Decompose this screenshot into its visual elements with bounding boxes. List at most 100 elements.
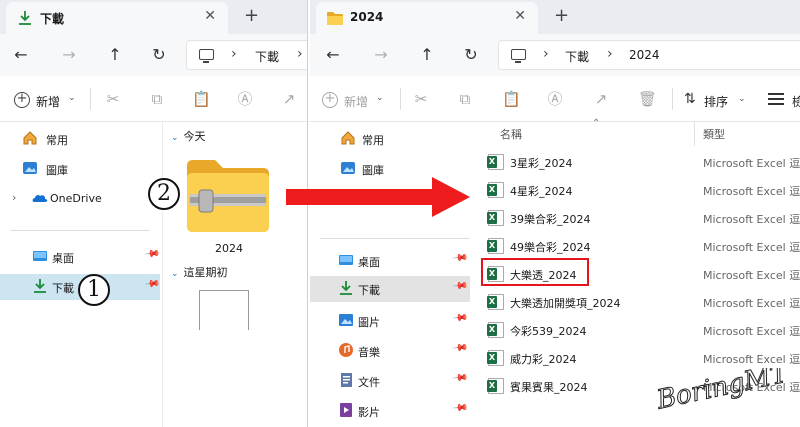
file-name: 39樂合彩_2024: [510, 213, 591, 226]
file-name: 今彩539_2024: [510, 325, 587, 338]
file-row[interactable]: 今彩539_2024 Microsoft Excel 逗號: [480, 316, 800, 344]
folder-item[interactable]: 2024: [177, 152, 287, 262]
address-segment[interactable]: 下載: [565, 48, 589, 65]
file-type: Microsoft Excel 逗號: [703, 213, 800, 226]
excel-csv-icon: [487, 182, 504, 198]
right-explorer-window: 2024 ✕ + ← → ↑ ↻ › 下載 › 2024 + 新增 ⌄ ✂ ⧉ …: [310, 0, 800, 427]
column-divider[interactable]: [694, 122, 695, 146]
paste-icon[interactable]: 📋: [502, 90, 521, 108]
close-tab-icon[interactable]: ✕: [204, 8, 216, 24]
group-header-earlier[interactable]: ⌄ 這星期初: [171, 264, 228, 280]
refresh-icon[interactable]: ↻: [148, 44, 170, 66]
address-bar[interactable]: › 下載 › 2024: [498, 40, 800, 70]
rename-icon[interactable]: Ⓐ: [236, 90, 254, 108]
step-1-callout: 1: [78, 274, 110, 306]
onedrive-icon: [32, 194, 48, 202]
back-icon[interactable]: ←: [322, 44, 344, 66]
copy-icon[interactable]: ⧉: [456, 90, 474, 108]
sidebar-item-onedrive[interactable]: › OneDrive: [0, 186, 160, 212]
file-name: 威力彩_2024: [510, 353, 577, 366]
file-type: Microsoft Excel 逗號: [703, 353, 800, 366]
paste-icon[interactable]: 📋: [192, 90, 211, 108]
tab-title: 下載: [40, 12, 65, 26]
file-name: 賓果賓果_2024: [510, 381, 588, 394]
address-bar[interactable]: › 下載 ›: [186, 40, 307, 70]
copy-icon[interactable]: ⧉: [148, 90, 166, 108]
tab-downloads[interactable]: 下載 ✕: [6, 2, 228, 34]
group-label: 今天: [183, 130, 206, 143]
forward-icon[interactable]: →: [58, 44, 80, 66]
list-view-icon: [768, 93, 784, 105]
pin-icon[interactable]: 📌: [144, 276, 161, 292]
file-type: Microsoft Excel 逗號: [703, 297, 800, 310]
sidebar-item-gallery[interactable]: 圖庫: [0, 156, 160, 182]
zip-folder-icon: [187, 160, 269, 232]
up-icon[interactable]: ↑: [416, 44, 438, 66]
excel-csv-icon: [487, 210, 504, 226]
back-icon[interactable]: ←: [10, 44, 32, 66]
sidebar-item-label: 圖庫: [46, 164, 68, 177]
file-thumbnail[interactable]: [199, 290, 249, 330]
desktop-icon: [33, 251, 47, 261]
sort-icon: ⇅: [684, 91, 696, 107]
chevron-down-icon: ⌄: [171, 133, 179, 143]
file-row[interactable]: 4星彩_2024 Microsoft Excel 逗號: [480, 176, 800, 204]
new-tab-icon[interactable]: +: [554, 5, 569, 26]
new-label: 新增: [36, 95, 61, 109]
cut-icon[interactable]: ✂: [412, 90, 430, 108]
plus-circle-icon: +: [322, 92, 338, 108]
chevron-right-icon: ›: [231, 46, 237, 62]
cut-icon[interactable]: ✂: [104, 90, 122, 108]
chevron-down-icon: ⌄: [171, 269, 179, 279]
sidebar-item-home[interactable]: 常用: [0, 126, 160, 152]
tab-2024[interactable]: 2024 ✕: [316, 2, 538, 34]
up-icon[interactable]: ↑: [104, 44, 126, 66]
file-row[interactable]: 39樂合彩_2024 Microsoft Excel 逗號: [480, 204, 800, 232]
gallery-icon: [23, 162, 37, 174]
file-row[interactable]: 大樂透加開獎項_2024 Microsoft Excel 逗號: [480, 288, 800, 316]
red-arrow-head: [432, 177, 470, 217]
navigation-bar: ← → ↑ ↻ › 下載 ›: [0, 34, 307, 76]
new-tab-icon[interactable]: +: [244, 5, 259, 26]
red-arrow-shaft: [286, 189, 434, 205]
column-header-name[interactable]: 名稱: [500, 126, 522, 142]
excel-csv-icon: [487, 322, 504, 338]
watermark-text: BoringMT: [654, 368, 791, 416]
sidebar-item-desktop[interactable]: 桌面 📌: [0, 244, 161, 270]
excel-csv-icon: [487, 378, 504, 394]
sidebar-item-label: OneDrive: [50, 192, 102, 205]
address-segment[interactable]: 下載: [255, 48, 279, 65]
address-segment[interactable]: 2024: [629, 48, 660, 62]
chevron-right-icon[interactable]: ›: [12, 191, 16, 204]
file-row[interactable]: 3星彩_2024 Microsoft Excel 逗號: [480, 148, 800, 176]
forward-icon[interactable]: →: [370, 44, 392, 66]
close-tab-icon[interactable]: ✕: [514, 8, 526, 24]
chevron-down-icon: ⌄: [68, 93, 76, 103]
sidebar-item-label: 下載: [52, 282, 74, 295]
share-icon[interactable]: ↗: [592, 90, 610, 108]
excel-csv-icon: [487, 238, 504, 254]
folder-name: 2024: [215, 242, 243, 255]
refresh-icon[interactable]: ↻: [460, 44, 482, 66]
plus-circle-icon: +: [14, 92, 30, 108]
file-row[interactable]: 49樂合彩_2024 Microsoft Excel 逗號: [480, 232, 800, 260]
pin-icon[interactable]: 📌: [144, 246, 161, 262]
chevron-right-icon: ›: [607, 46, 613, 62]
navigation-pane: 常用 圖庫 › OneDrive 桌面 📌 下載 📌: [0, 122, 161, 427]
folder-icon: [327, 12, 343, 25]
group-label: 這星期初: [183, 266, 228, 279]
delete-icon[interactable]: 🗑: [638, 90, 657, 108]
file-name: 3星彩_2024: [510, 157, 573, 170]
new-label: 新增: [344, 95, 369, 109]
divider: [400, 88, 401, 110]
chevron-right-icon: ›: [543, 46, 549, 62]
step-2-callout: 2: [148, 178, 180, 210]
file-name: 4星彩_2024: [510, 185, 573, 198]
share-icon[interactable]: ↗: [280, 90, 298, 108]
group-header-today[interactable]: ⌄ 今天: [171, 128, 206, 144]
divider: [10, 230, 150, 231]
file-type: Microsoft Excel 逗號: [703, 325, 800, 338]
chevron-up-icon: ⌃: [592, 118, 601, 129]
column-header-type[interactable]: 類型: [703, 126, 725, 142]
rename-icon[interactable]: Ⓐ: [546, 90, 564, 108]
